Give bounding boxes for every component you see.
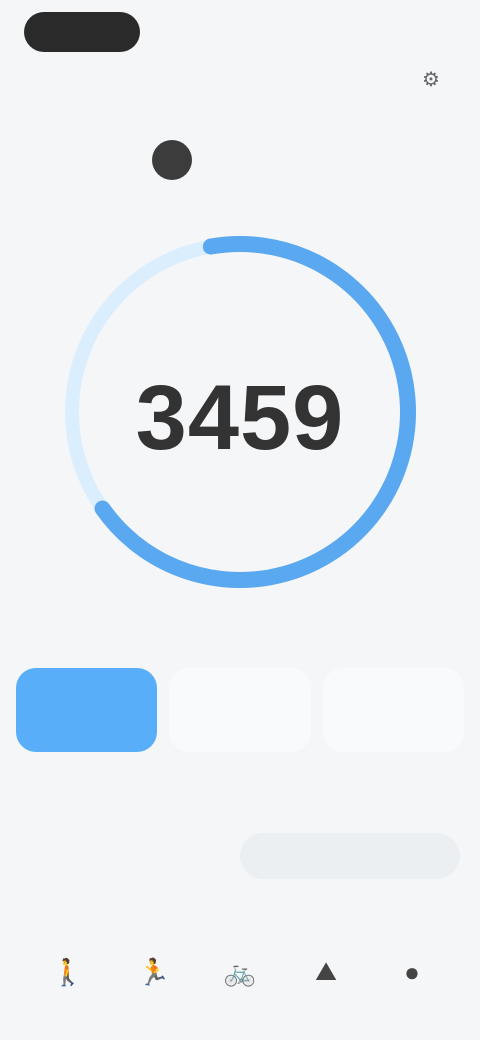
cycle-icon[interactable]: 🚲 [208,940,272,1004]
run-icon[interactable]: 🏃 [122,940,186,1004]
stat-card[interactable] [322,668,464,752]
week-selector [16,140,464,180]
day-item[interactable] [424,140,464,180]
status-pill [24,12,140,52]
day-item[interactable] [356,140,396,180]
day-item[interactable] [220,140,260,180]
stat-card[interactable] [169,668,311,752]
stat-cards [16,668,464,752]
goal-row [20,830,460,882]
goal-button[interactable] [240,833,460,879]
day-item[interactable] [84,140,124,180]
other-icon[interactable]: ● [380,940,444,1004]
day-item-active[interactable] [152,140,192,180]
stat-card-primary[interactable] [16,668,158,752]
hike-icon[interactable]: ⛰ [294,940,358,1004]
header: ⚙ [0,56,480,100]
walk-icon[interactable]: 🚶 [36,940,100,1004]
settings-icon[interactable]: ⚙ [414,62,448,96]
step-progress-ring: 3459 [54,226,426,598]
activity-selector: 🚶 🏃 🚲 ⛰ ● [36,940,444,1004]
day-item[interactable] [16,140,56,180]
day-item[interactable] [288,140,328,180]
step-count: 3459 [135,367,345,469]
